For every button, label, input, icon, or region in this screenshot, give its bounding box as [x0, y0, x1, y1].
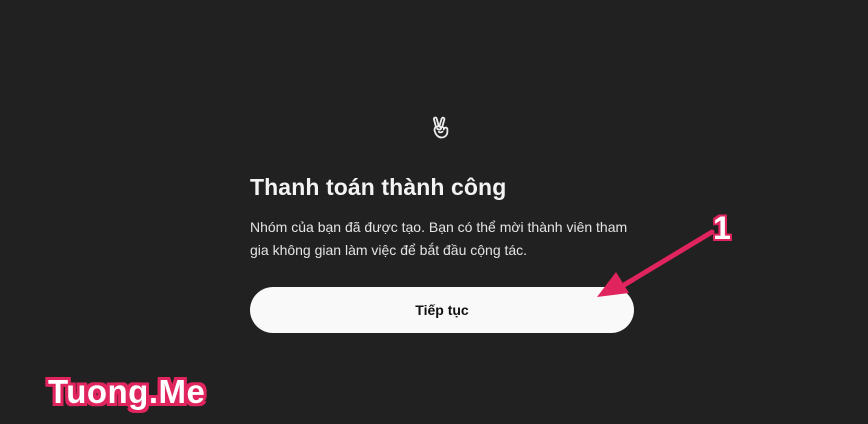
success-dialog: Thanh toán thành công Nhóm của bạn đã đư… — [250, 172, 650, 262]
success-description: Nhóm của bạn đã được tạo. Bạn có thể mời… — [250, 219, 628, 258]
annotation-step-number: 1 — [713, 210, 731, 246]
victory-hand-icon — [433, 116, 449, 139]
page-title: Thanh toán thành công — [250, 174, 507, 200]
watermark-logo: Tuong.Me — [48, 373, 206, 410]
continue-button[interactable]: Tiếp tục — [250, 287, 634, 333]
